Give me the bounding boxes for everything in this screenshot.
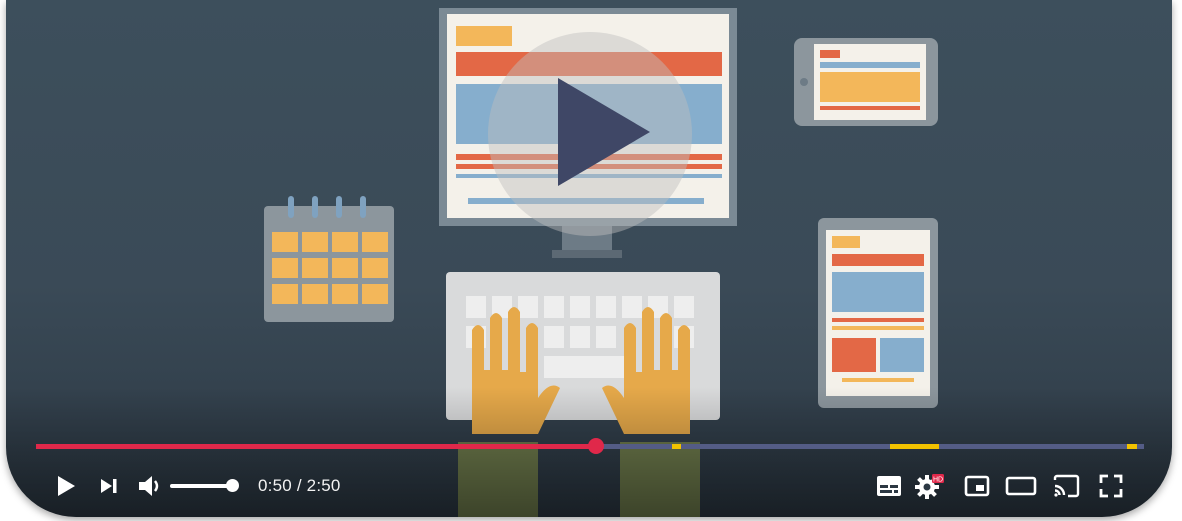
chapter-marker: [671, 444, 681, 449]
mute-button[interactable]: [136, 466, 166, 506]
calendar-illustration: [264, 196, 394, 322]
cast-icon: [1053, 474, 1080, 498]
theater-mode-button[interactable]: [1004, 466, 1038, 506]
miniplayer-button[interactable]: [962, 466, 992, 506]
settings-button[interactable]: HD: [914, 466, 946, 506]
progress-played: [36, 444, 596, 449]
phone-illustration: [794, 38, 938, 126]
cast-button[interactable]: [1050, 466, 1082, 506]
chapter-marker: [890, 444, 940, 449]
fullscreen-button[interactable]: [1096, 466, 1126, 506]
play-button[interactable]: [52, 466, 80, 506]
volume-slider[interactable]: [170, 484, 234, 488]
tablet-illustration: [818, 218, 938, 408]
video-player[interactable]: 0:50 / 2:50 HD: [6, 0, 1172, 517]
big-play-button[interactable]: [488, 32, 692, 236]
volume-icon: [139, 476, 159, 496]
hd-badge: HD: [933, 477, 943, 484]
time-display: 0:50 / 2:50: [258, 476, 341, 496]
volume-slider-knob[interactable]: [226, 479, 239, 492]
fullscreen-icon: [1099, 474, 1123, 498]
progress-bar[interactable]: [36, 438, 1144, 454]
theater-icon: [1005, 476, 1037, 496]
chapter-marker: [1127, 444, 1138, 449]
time-current: 0:50: [258, 476, 292, 495]
miniplayer-icon: [964, 475, 990, 497]
player-controls: 0:50 / 2:50 HD: [6, 466, 1172, 506]
next-icon: [101, 479, 117, 493]
big-play-icon: [558, 78, 650, 186]
subtitles-icon: [877, 476, 901, 496]
next-button[interactable]: [96, 466, 122, 506]
time-total: 2:50: [306, 476, 341, 495]
subtitles-button[interactable]: [874, 466, 904, 506]
play-icon: [58, 476, 75, 496]
time-separator: /: [291, 476, 307, 495]
gear-icon: HD: [915, 474, 944, 499]
progress-scrubber[interactable]: [587, 438, 604, 454]
